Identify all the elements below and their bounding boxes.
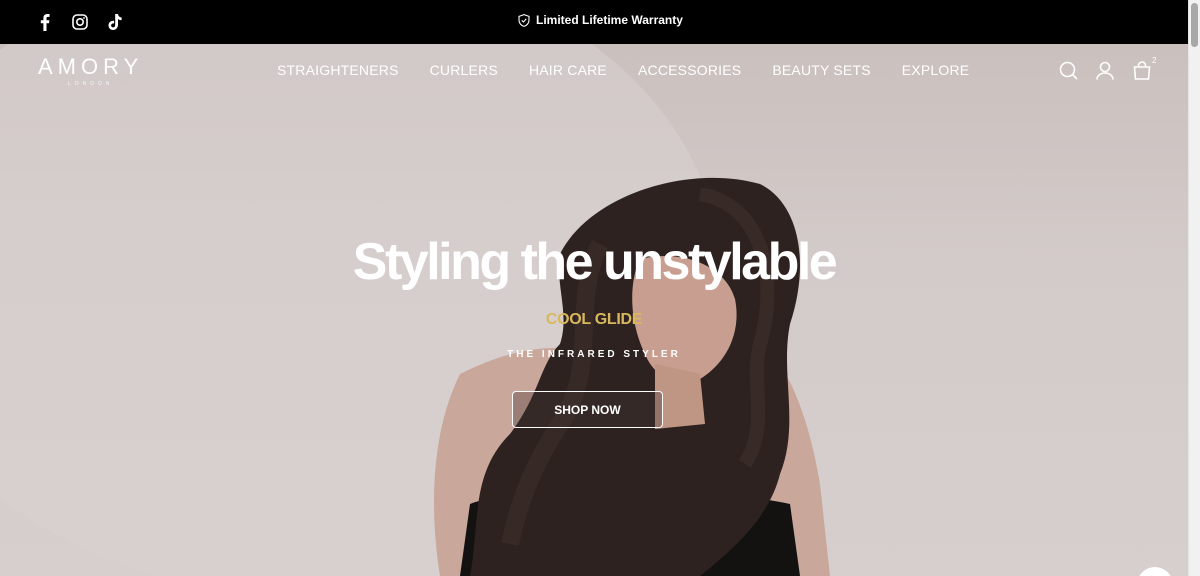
shop-now-button[interactable]: SHOP NOW xyxy=(512,391,663,428)
main-nav: STRAIGHTENERS CURLERS HAIR CARE ACCESSOR… xyxy=(277,62,969,78)
hero-product-name: COOL GLIDE xyxy=(545,311,643,328)
tiktok-icon[interactable] xyxy=(106,12,124,32)
instagram-icon[interactable] xyxy=(71,12,89,32)
page-scrollbar[interactable] xyxy=(1188,0,1200,576)
hero-banner: AMORY LONDON STRAIGHTENERS CURLERS HAIR … xyxy=(0,44,1188,576)
scrollbar-thumb[interactable] xyxy=(1191,3,1198,47)
nav-item-straighteners[interactable]: STRAIGHTENERS xyxy=(277,62,399,78)
cart-icon[interactable] xyxy=(1132,60,1152,80)
account-icon[interactable] xyxy=(1095,60,1115,80)
facebook-icon[interactable] xyxy=(36,12,54,32)
shield-check-icon xyxy=(518,13,530,27)
social-links xyxy=(36,12,124,32)
warranty-text: Limited Lifetime Warranty xyxy=(536,13,683,27)
site-logo[interactable]: AMORY LONDON xyxy=(38,54,143,87)
hero-headline: Styling the unstylable xyxy=(352,233,838,291)
logo-wordmark: AMORY xyxy=(38,54,144,79)
nav-item-beauty-sets[interactable]: BEAUTY SETS xyxy=(772,62,870,78)
search-icon[interactable] xyxy=(1058,60,1078,80)
nav-item-accessories[interactable]: ACCESSORIES xyxy=(638,62,741,78)
header-actions xyxy=(1058,60,1152,80)
warranty-notice[interactable]: Limited Lifetime Warranty xyxy=(518,13,683,27)
nav-item-explore[interactable]: EXPLORE xyxy=(902,62,970,78)
announcement-bar: Limited Lifetime Warranty xyxy=(0,0,1188,44)
hero-tagline: THE INFRARED STYLER xyxy=(507,349,681,360)
logo-subtitle: LONDON xyxy=(67,81,114,87)
nav-item-curlers[interactable]: CURLERS xyxy=(430,62,498,78)
cart-count-badge: 2 xyxy=(1152,56,1157,65)
nav-item-hair-care[interactable]: HAIR CARE xyxy=(529,62,607,78)
hero-model-image xyxy=(0,44,830,576)
